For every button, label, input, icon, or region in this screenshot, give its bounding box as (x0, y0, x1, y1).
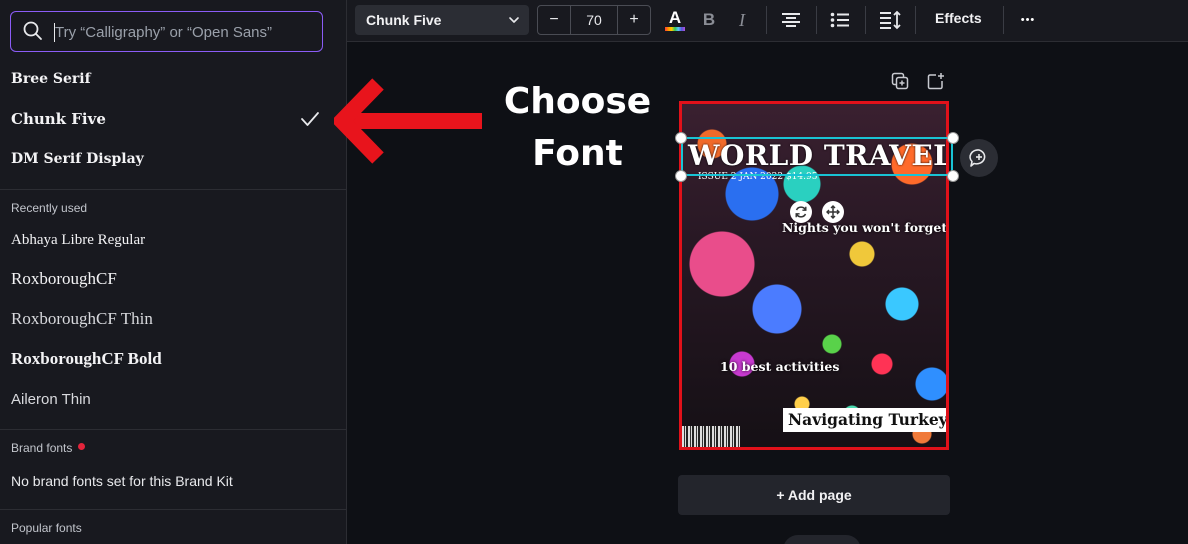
font-item-label: RoxboroughCF Thin (11, 309, 153, 328)
font-item-abhaya-libre-regular[interactable]: Abhaya Libre Regular (0, 221, 346, 259)
brand-fonts-note: No brand fonts set for this Brand Kit (11, 473, 233, 489)
font-item-chunk-five[interactable]: Chunk Five (0, 100, 346, 138)
effects-button[interactable]: Effects (935, 10, 982, 26)
annotation-choose: Choose (503, 81, 652, 122)
font-item-label: DM Serif Display (11, 151, 144, 167)
text-color-icon: A (668, 7, 682, 27)
red-arrow-annotation (334, 78, 482, 164)
toolbar-separator (865, 6, 866, 34)
font-item-aileron-thin[interactable]: Aileron Thin (0, 380, 346, 418)
color-swatch-bar (665, 26, 685, 31)
align-button[interactable] (780, 8, 802, 32)
notification-dot (78, 443, 86, 450)
font-item-label: Aileron Thin (11, 390, 91, 408)
list-icon (830, 12, 849, 28)
resize-handle[interactable] (675, 170, 687, 182)
font-item-label: Chunk Five (11, 110, 106, 128)
divider (0, 189, 346, 190)
spacing-icon (880, 10, 901, 30)
text-toolbar: Chunk Five − 70 + A B I Effects ••• (347, 0, 1188, 42)
section-title-brand-fonts: Brand fonts (11, 441, 86, 455)
italic-button[interactable]: I (733, 8, 751, 32)
font-search-box[interactable] (10, 11, 323, 52)
bold-icon: B (702, 10, 716, 29)
font-search-input[interactable] (55, 20, 315, 44)
decrease-font-size-button[interactable]: − (538, 6, 570, 34)
annotation-font: Font (532, 133, 623, 174)
font-item-label: RoxboroughCF Bold (11, 349, 162, 368)
divider (0, 429, 346, 430)
text-selection-box (681, 137, 953, 176)
toolbar-separator (1003, 6, 1004, 34)
add-page-icon[interactable] (927, 72, 945, 90)
font-panel: Bree Serif Chunk Five DM Serif Display R… (0, 0, 347, 544)
list-button[interactable] (829, 8, 851, 32)
increase-font-size-button[interactable]: + (618, 6, 650, 34)
italic-icon: I (739, 9, 745, 30)
bold-button[interactable]: B (699, 8, 719, 32)
comment-add-icon (969, 149, 986, 167)
font-family-dropdown[interactable]: Chunk Five (355, 5, 529, 35)
barcode-image[interactable] (682, 426, 740, 447)
more-icon[interactable]: ••• (1016, 8, 1040, 32)
text-color-button[interactable]: A (664, 8, 686, 32)
font-item-label: Abhaya Libre Regular (11, 231, 146, 248)
font-item-label: Bree Serif (11, 71, 91, 87)
resize-handle[interactable] (675, 132, 687, 144)
resize-handle[interactable] (947, 170, 959, 182)
font-item-roxboroughcf-thin[interactable]: RoxboroughCF Thin (0, 300, 346, 338)
font-item-dm-serif-display[interactable]: DM Serif Display (0, 140, 346, 178)
font-item-roxboroughcf[interactable]: RoxboroughCF (0, 260, 346, 298)
add-page-button[interactable]: + Add page (678, 475, 950, 515)
resize-handle[interactable] (947, 132, 959, 144)
check-icon (301, 112, 319, 126)
toolbar-separator (766, 6, 767, 34)
spacing-button[interactable] (878, 8, 902, 32)
chevron-down-icon (509, 17, 519, 23)
font-item-bree-serif[interactable]: Bree Serif (0, 60, 346, 98)
font-family-value: Chunk Five (366, 12, 442, 28)
font-item-label: RoxboroughCF (11, 269, 117, 288)
align-center-icon (782, 13, 800, 27)
navigating-turkey-text[interactable]: Navigating Turkey (783, 408, 946, 432)
rotate-icon[interactable] (790, 201, 812, 223)
divider (0, 509, 346, 510)
brand-fonts-label: Brand fonts (11, 441, 73, 455)
duplicate-page-icon[interactable] (891, 72, 909, 90)
search-icon (23, 21, 42, 40)
toolbar-separator (915, 6, 916, 34)
best-activities-text[interactable]: 10 best activities (720, 359, 839, 374)
font-size-input[interactable]: 70 (570, 6, 618, 34)
add-comment-button[interactable] (960, 139, 998, 177)
toolbar-separator (816, 6, 817, 34)
font-size-stepper: − 70 + (537, 5, 651, 35)
move-icon[interactable] (822, 201, 844, 223)
nights-text[interactable]: Nights you won't forget (782, 220, 946, 235)
bottom-control-pill[interactable] (783, 535, 861, 544)
section-title-recently-used: Recently used (11, 201, 88, 215)
font-item-roxboroughcf-bold[interactable]: RoxboroughCF Bold (0, 340, 346, 378)
section-title-popular-fonts: Popular fonts (11, 521, 82, 535)
